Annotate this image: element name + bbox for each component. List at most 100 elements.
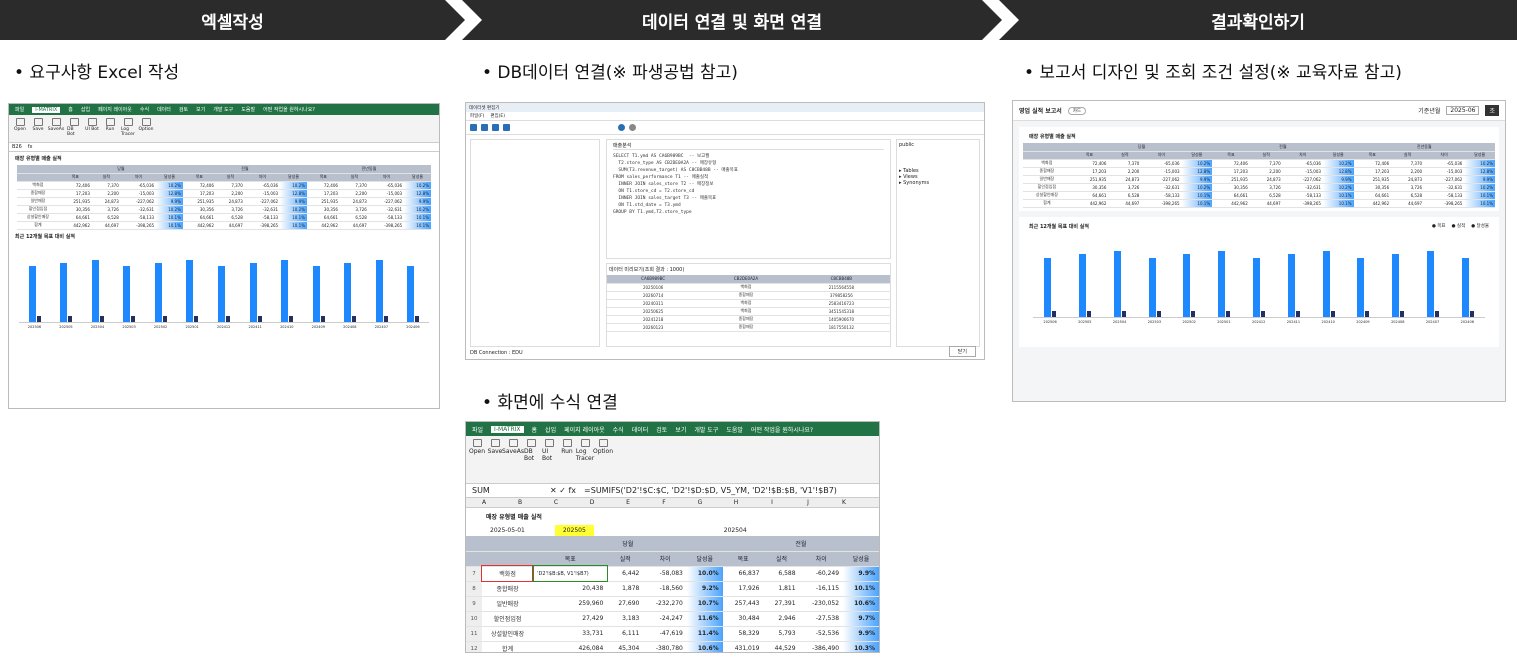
sql-editor[interactable]: 매출분석 SELECT T1.ymd AS CA6B989BC -- 보고월 T… — [606, 139, 891, 259]
cell[interactable]: 10.3% — [843, 641, 879, 652]
cell[interactable]: -386,490 — [799, 641, 844, 652]
menu-item[interactable]: 데이터 — [157, 106, 171, 113]
cell[interactable]: -230,052 — [799, 596, 844, 612]
menu-edit[interactable]: 편집(E) — [490, 113, 505, 119]
cell[interactable]: 10.0% — [686, 566, 723, 582]
menu-item[interactable]: 도움말 — [241, 106, 255, 113]
cell[interactable]: -47,619 — [643, 626, 687, 642]
menu-item[interactable]: 삽입 — [81, 106, 90, 113]
row-label[interactable]: 일반매장 — [482, 596, 534, 612]
refresh-icon[interactable] — [492, 124, 499, 131]
ribbon-button[interactable]: Log Tracer — [121, 118, 135, 139]
ribbon-button[interactable]: Open — [13, 118, 27, 139]
menu-item[interactable]: 홈 — [532, 425, 538, 434]
grid-icon[interactable] — [481, 124, 488, 131]
menu-item[interactable]: 데이터 — [632, 425, 649, 434]
row-label[interactable]: 종합매장 — [482, 581, 534, 597]
editing-cell[interactable]: 'D2'!$B:$B, V1'!$B7) — [532, 565, 609, 582]
cell[interactable]: 9.7% — [843, 611, 879, 627]
cell[interactable]: -380,780 — [643, 641, 687, 652]
menu-item[interactable]: 어떤 작업을 원하시나요? — [263, 106, 315, 113]
cell[interactable]: -60,249 — [799, 566, 844, 582]
cell[interactable]: 11.6% — [686, 611, 723, 627]
run-icon[interactable] — [618, 124, 625, 131]
ribbon-button[interactable]: Save — [31, 118, 45, 139]
cell[interactable]: -24,247 — [643, 611, 687, 627]
menu-item[interactable]: 보기 — [675, 425, 686, 434]
ribbon-button[interactable]: Option — [138, 118, 154, 139]
menu-item[interactable]: 삽입 — [545, 425, 556, 434]
menu-item[interactable]: 검토 — [179, 106, 188, 113]
menu-item[interactable]: 어떤 작업을 원하시나요? — [751, 425, 813, 434]
menu-item[interactable]: 파일 — [472, 425, 483, 434]
ribbon-button[interactable]: Save — [488, 439, 502, 480]
menu-item[interactable]: 페이지 레이아웃 — [98, 106, 132, 113]
table-icon[interactable] — [470, 124, 477, 131]
menu-item[interactable]: 개발 도구 — [694, 425, 718, 434]
cell[interactable]: 259,960 — [533, 596, 608, 612]
cell[interactable]: 10.6% — [686, 641, 723, 652]
cell[interactable]: -18,560 — [643, 581, 687, 597]
cell[interactable]: 257,443 — [722, 596, 764, 612]
ribbon-button[interactable]: Run — [103, 118, 117, 139]
menu-item[interactable]: I-MATRIX — [32, 106, 61, 113]
menu-item[interactable]: 홈 — [68, 106, 73, 113]
menu-item[interactable]: 도움말 — [726, 425, 743, 434]
row-label[interactable]: 할인점입점 — [482, 611, 534, 627]
cell[interactable]: 9.2% — [686, 581, 723, 597]
cell[interactable]: 66,837 — [722, 566, 764, 582]
cell[interactable]: -16,115 — [799, 581, 844, 597]
cell[interactable]: -27,538 — [799, 611, 844, 627]
menu-item[interactable]: 보기 — [196, 106, 205, 113]
stop-icon[interactable] — [629, 124, 636, 131]
cell[interactable]: 1,811 — [763, 581, 800, 597]
menu-item[interactable]: 수식 — [140, 106, 149, 113]
ribbon-button[interactable]: SaveAs — [502, 439, 524, 480]
cell[interactable]: 11.4% — [686, 626, 723, 642]
cell[interactable]: 1,878 — [607, 581, 644, 597]
cell[interactable]: 30,484 — [722, 611, 764, 627]
cell[interactable]: 20,438 — [533, 581, 608, 597]
row-label[interactable]: 상설할인매장 — [482, 626, 534, 642]
row-label[interactable]: 합계 — [482, 641, 534, 652]
ribbon-button[interactable]: Run — [560, 439, 574, 480]
current-month-cell[interactable]: 202505 — [554, 525, 594, 536]
ribbon-button[interactable]: UI Bot — [85, 118, 99, 139]
cell[interactable]: 426,084 — [533, 641, 608, 652]
menu-item[interactable]: I-MATRIX — [491, 425, 524, 433]
cell[interactable]: 58,329 — [722, 626, 764, 642]
ribbon-button[interactable]: Option — [593, 439, 613, 480]
cell[interactable]: 9.9% — [843, 626, 879, 642]
ribbon-button[interactable]: Open — [469, 439, 485, 480]
cell[interactable]: 5,793 — [763, 626, 800, 642]
menu-item[interactable]: 개발 도구 — [213, 106, 233, 113]
cell[interactable]: -52,536 — [799, 626, 844, 642]
cell[interactable]: 9.9% — [843, 566, 879, 582]
cell[interactable]: 33,731 — [533, 626, 608, 642]
ribbon-button[interactable]: UI Bot — [542, 439, 556, 480]
cell[interactable]: 27,429 — [533, 611, 608, 627]
cell[interactable]: 3,183 — [607, 611, 644, 627]
menu-item[interactable]: 파일 — [15, 106, 24, 113]
menu-item[interactable]: 검토 — [656, 425, 667, 434]
cell[interactable]: 10.7% — [686, 596, 723, 612]
ribbon-button[interactable]: SaveAs — [48, 118, 64, 139]
cell[interactable]: 2,946 — [763, 611, 800, 627]
cell[interactable]: 10.1% — [843, 581, 879, 597]
cell[interactable]: 17,926 — [722, 581, 764, 597]
menu-item[interactable]: 수식 — [613, 425, 624, 434]
search-button[interactable]: 조 — [1485, 105, 1499, 116]
cell[interactable]: 431,019 — [722, 641, 764, 652]
menu-item[interactable]: 페이지 레이아웃 — [564, 425, 605, 434]
editor-tab[interactable]: 매출분석 — [613, 142, 884, 150]
ribbon-button[interactable]: Log Tracer — [576, 439, 594, 480]
cell[interactable]: 44,529 — [763, 641, 800, 652]
cell[interactable]: 6,111 — [607, 626, 644, 642]
cell[interactable]: -58,083 — [643, 566, 687, 582]
cell[interactable]: -232,270 — [643, 596, 687, 612]
cell[interactable]: 27,391 — [763, 596, 800, 612]
query-value[interactable]: 2025-06 — [1446, 106, 1480, 115]
close-button[interactable]: 닫기 — [948, 346, 976, 357]
cell[interactable]: 6,588 — [763, 566, 800, 582]
formula-input[interactable]: =SUMIFS('D2'!$C:$C, 'D2'!$D:$D, V5_YM, '… — [584, 486, 837, 495]
